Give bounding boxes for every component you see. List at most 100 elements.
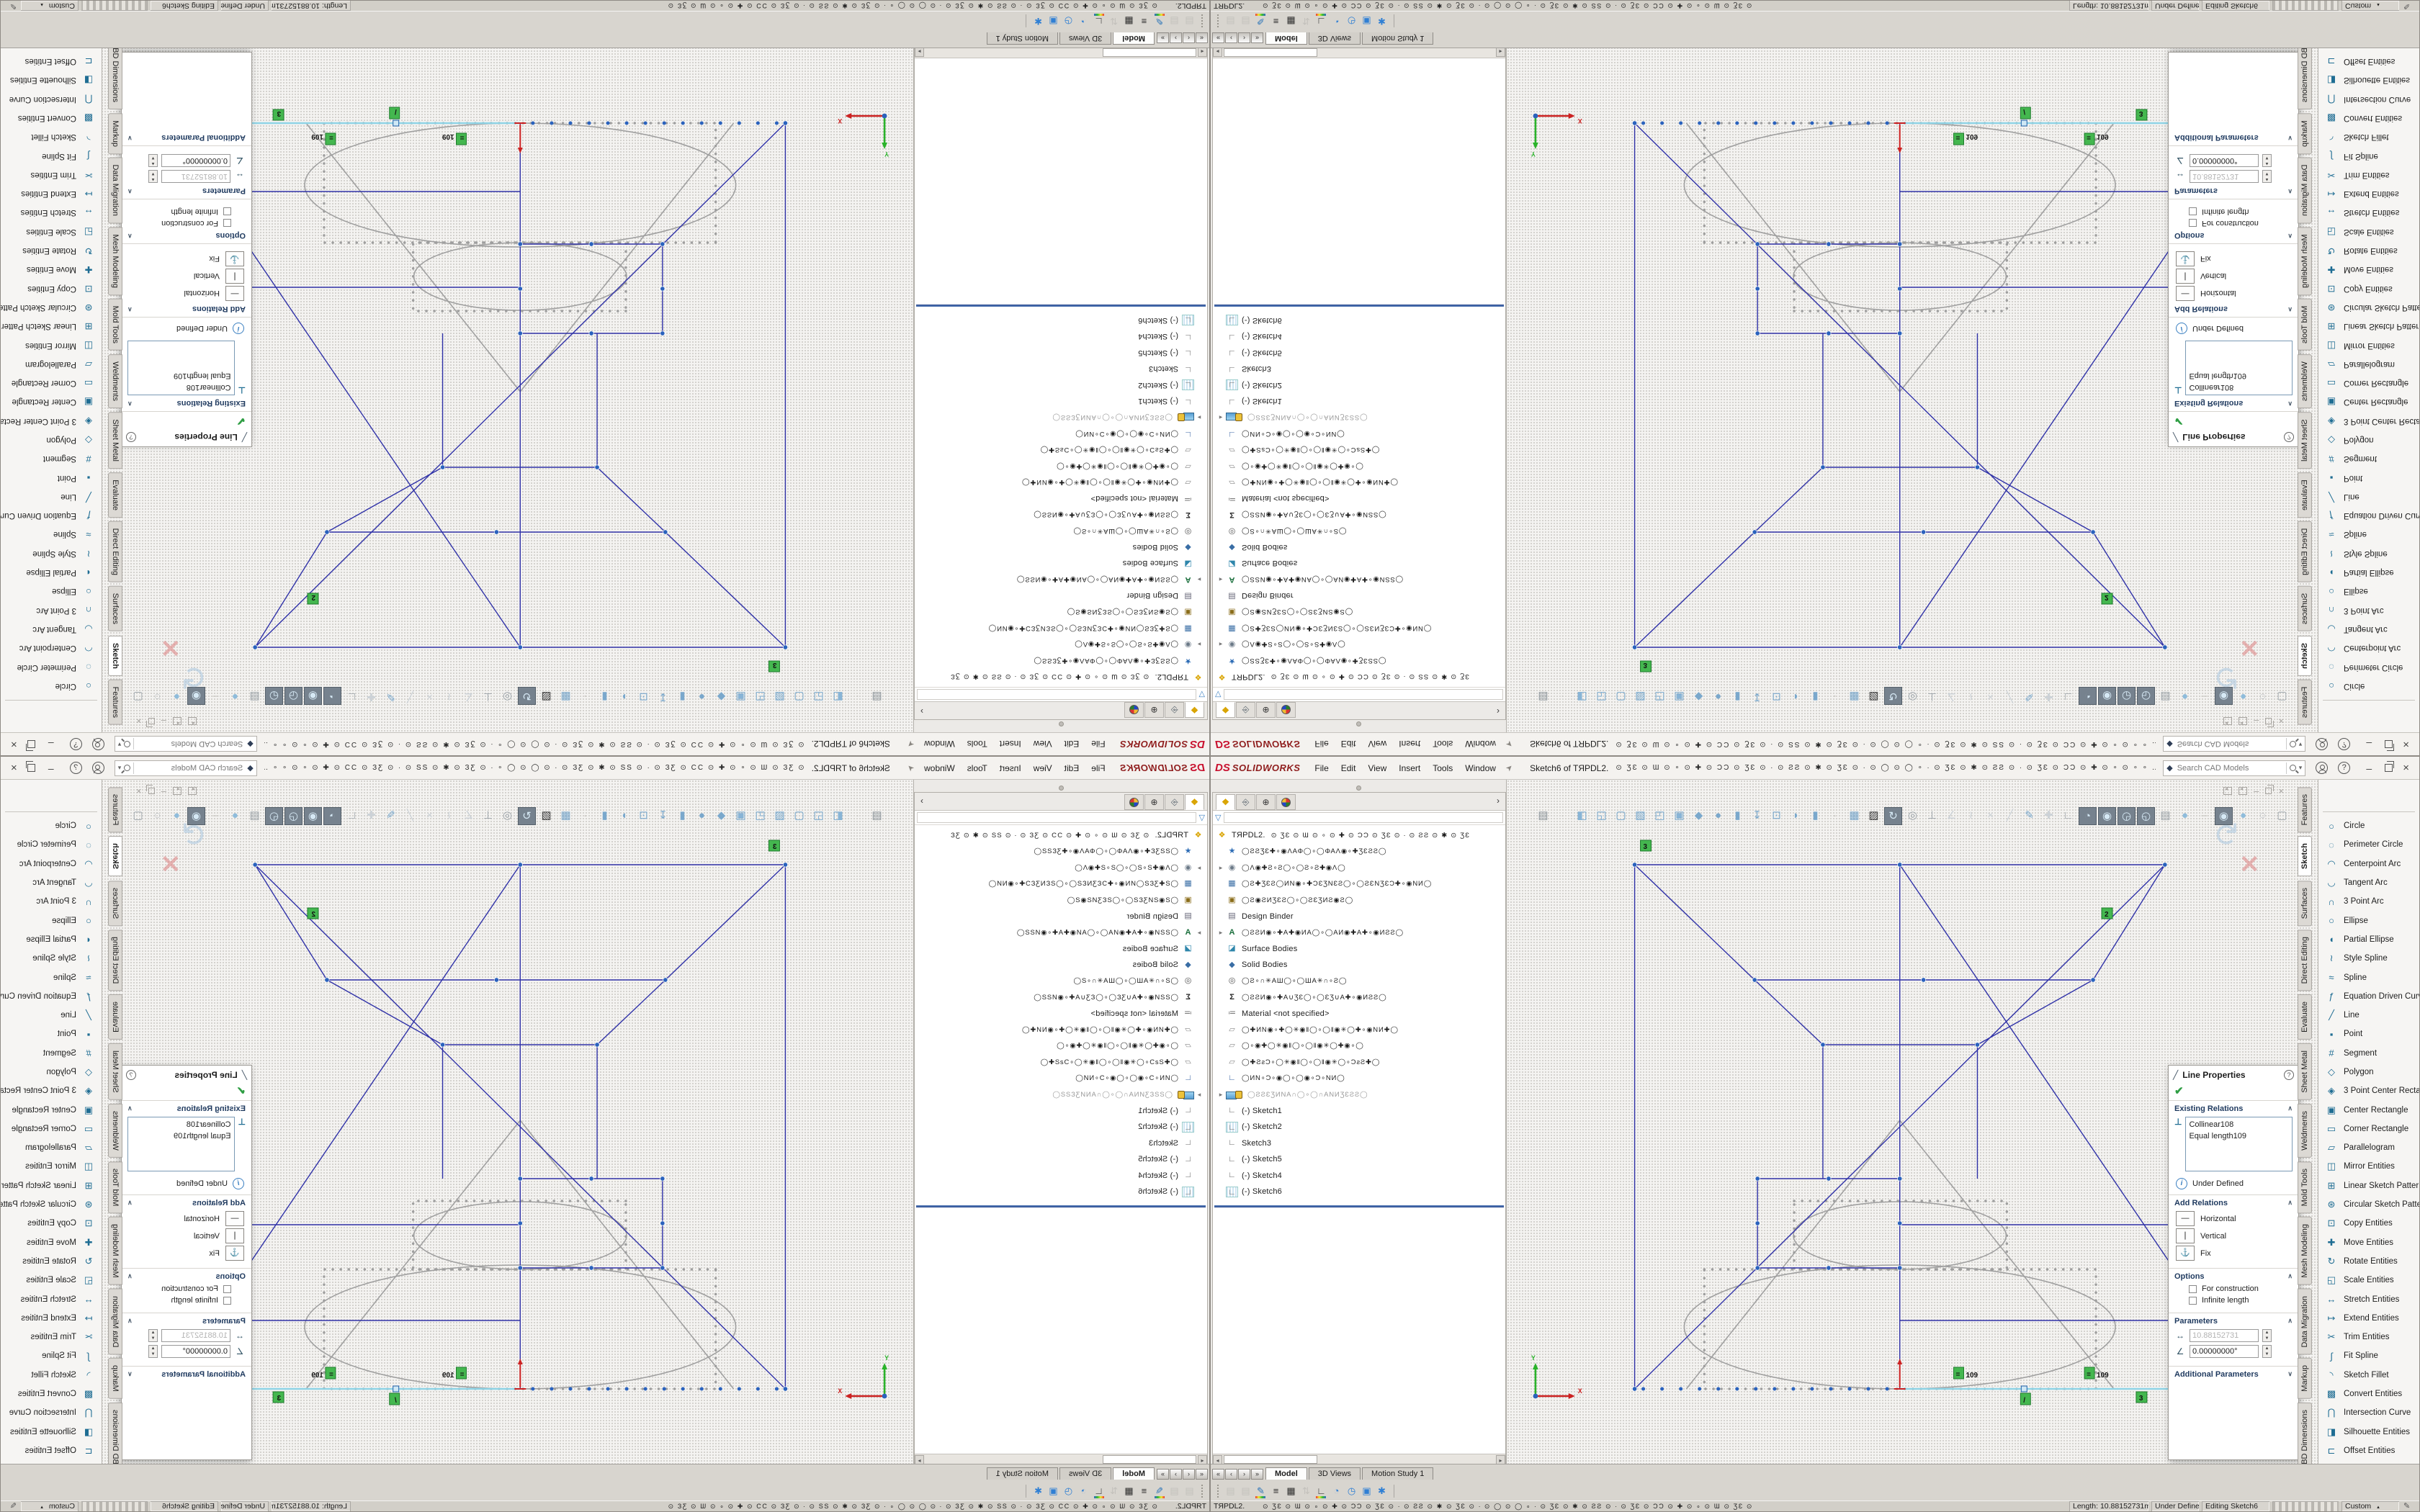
tree-root[interactable]: TЯPDL2. ⊙ ƷƐ ⊙ Ɯ ⊙ ∘ ⊙ ✚ ⊙ ƆƆ ⊙ ƷƐ ⊙ ∙ ⊙… [915, 669, 1207, 685]
flyout-arrow[interactable]: › [920, 796, 923, 806]
tree-row[interactable]: ◯∘◉✚◯✳◉‖◯∘◯‖◉✳◯✚◉∘◯ [915, 1038, 1207, 1055]
minimize-button[interactable]: – [2362, 739, 2376, 750]
tree-row[interactable]: (-) Sketch4 [1213, 328, 1505, 345]
vertical-tab[interactable]: Sheet Metal [108, 412, 122, 469]
tab-configurations[interactable]: ⊕ [1144, 702, 1164, 718]
motion-toolbar-icon[interactable]: ≡ [1137, 1484, 1152, 1499]
close-button[interactable]: × [2403, 762, 2409, 774]
collapse-icon[interactable]: ∧ [127, 1104, 133, 1113]
relation-tag-diagonal[interactable]: 2 [308, 593, 318, 604]
relation-button[interactable]: — [2176, 1211, 2195, 1226]
search-box[interactable]: ◆ ▾ [115, 760, 257, 776]
sketch-tool-item[interactable]: ≈ Spline [2318, 968, 2419, 986]
relations-list[interactable]: Collinear108Equal length109 [2185, 341, 2293, 395]
menu-item[interactable]: File [1091, 739, 1105, 750]
sketch-tool-item[interactable]: # Segment [1, 1044, 102, 1063]
tree-row[interactable]: (-) Sketch5 [915, 1151, 1207, 1168]
menu-item[interactable]: Insert [1000, 739, 1021, 750]
tree-root[interactable]: TЯPDL2. ⊙ ƷƐ ⊙ Ɯ ⊙ ∘ ⊙ ✚ ⊙ ƆƆ ⊙ ƷƐ ⊙ ∙ ⊙… [1213, 827, 1505, 844]
sketch-tool-item[interactable]: ◠ Centerpoint Arc [2318, 639, 2419, 657]
more-tools-chevron[interactable]: »» [2318, 48, 2419, 50]
sketch-tool-item[interactable]: ∩ 3 Point Arc [2318, 601, 2419, 620]
motion-toolbar-icon[interactable]: ▣ [1359, 14, 1374, 29]
motion-toolbar-icon[interactable]: ▤ [1167, 1484, 1182, 1499]
motion-toolbar-icon[interactable]: ◷ [1061, 14, 1076, 29]
sketch-tool-item[interactable]: ∫ Fit Spline [1, 146, 102, 165]
help-icon[interactable]: ? [2338, 738, 2350, 750]
graphics-area[interactable]: – × ▤·◧◱▢▧◰▣◆●▮↧⊡◗▮·▦▨↻◎⊥∠≀×╱✎✚∟◔◉◶◵▤●–◉… [1, 780, 914, 1464]
panel-help-icon[interactable]: ? [2284, 432, 2294, 442]
vertical-tab[interactable]: Mesh Modeling [108, 227, 122, 295]
vertical-tab[interactable]: Features [2298, 680, 2312, 725]
sketch-tool-item[interactable]: ◫ Mirror Entities [1, 336, 102, 354]
vertical-tab[interactable]: Weldments [2298, 354, 2312, 408]
filter-input[interactable] [1224, 689, 1503, 700]
tree-row[interactable]: ◯✚ƧƨƆ∘◯✳◉‖◯∘◯‖◉✳◯∘ƆƨƧ✚◯ [915, 442, 1207, 459]
sketch-tool-item[interactable]: ⊛ Circular Sketch Pattern [2318, 1195, 2419, 1214]
sketch-tool-item[interactable]: ↻ Rotate Entities [2318, 1252, 2419, 1271]
tab-display-manager[interactable] [1276, 794, 1296, 810]
vertical-tab[interactable]: Weldments [2298, 1104, 2312, 1158]
status-tool-icon[interactable]: ✎ [10, 1, 17, 11]
sketch-tool-item[interactable]: ⊏ Offset Entities [2318, 1441, 2419, 1460]
search-input[interactable] [137, 763, 244, 773]
menu-item[interactable]: File [1314, 739, 1328, 750]
collapse-icon[interactable]: ∧ [2287, 1317, 2293, 1326]
tab-featuremanager-tree[interactable]: ❖ [1185, 794, 1204, 810]
sketch-tool-item[interactable]: ↔ Stretch Entities [2318, 203, 2419, 222]
tree-row[interactable]: ▸ ◯ƧƧИ◉∘✚Α✚◉ИΑ◯∘◯ΑИ◉✚Α✚∘◉ИƧƧ◯ [1213, 924, 1505, 941]
relation-item[interactable]: Equal length109 [131, 370, 231, 382]
length-spinner[interactable]: ▲▼ [2262, 1329, 2272, 1342]
menu-item[interactable]: Edit [1065, 763, 1080, 773]
sketch-tool-item[interactable]: ▱ Parallelogram [1, 355, 102, 374]
vertical-tab[interactable]: Direct Editing [108, 930, 122, 991]
tree-row[interactable]: (-) Sketch4 [915, 328, 1207, 345]
toolbar-drag-handle[interactable] [1217, 14, 1219, 27]
sketch-tool-item[interactable]: ◡ Tangent Arc [2318, 620, 2419, 639]
tab-featuremanager-tree[interactable]: ❖ [1216, 702, 1235, 718]
motion-toolbar-icon[interactable]: ✎ [1253, 14, 1268, 29]
vertical-tab[interactable]: Weldments [108, 1104, 122, 1158]
tree-row[interactable]: ▸ ◯ƧƧИ◉∘✚Α✚◉ИΑ◯∘◯ΑИ◉✚Α✚∘◉ИƧƧ◯ [915, 924, 1207, 941]
menu-item[interactable]: View [1034, 739, 1052, 750]
tab-scroll-button[interactable]: ‹ [1183, 1469, 1195, 1480]
sketch-tool-item[interactable]: ⊡ Copy Entities [2318, 279, 2419, 297]
length-input[interactable]: 10.88152731 [2190, 1329, 2259, 1342]
tree-row[interactable]: ◯∘◉✚◯✳◉‖◯∘◯‖◉✳◯✚◉∘◯ [1213, 1038, 1505, 1055]
collapse-icon[interactable]: ∧ [2287, 399, 2293, 408]
search-dropdown-arrow[interactable]: ▾ [118, 740, 122, 748]
tree-row[interactable]: ◯Ƨ◉ƧИƷƐƧ◯∘◯ƧƐƷИƧ◉Ƨ◯ [1213, 604, 1505, 621]
sketch-tool-item[interactable]: ▩ Convert Entities [2318, 1385, 2419, 1403]
checkbox[interactable] [223, 208, 231, 216]
collapse-icon[interactable]: ∧ [127, 186, 133, 195]
checkbox[interactable] [2189, 1297, 2197, 1305]
document-tab[interactable]: Model [1265, 32, 1307, 45]
relation-item[interactable]: Collinear108 [2189, 382, 2289, 393]
splitter-handle[interactable] [1356, 786, 1361, 791]
sketch-tool-item[interactable]: ○ Circle [2318, 677, 2419, 696]
scroll-left-arrow[interactable]: ◂ [1198, 48, 1207, 58]
splitter-handle[interactable] [1059, 721, 1064, 726]
motion-toolbar-icon[interactable]: ▣ [1359, 1484, 1374, 1499]
panel-help-icon[interactable]: ? [2284, 1070, 2294, 1080]
sketch-tool-item[interactable]: ∫ Fit Spline [2318, 1346, 2419, 1365]
tree-row[interactable]: ▸ ◯Λ◉✚Ƨ∘Ƨ◯∘◯Ƨ∘Ƨ✚◉Λ◯ [1213, 636, 1505, 653]
sketch-tool-item[interactable]: ≈ Spline [1, 525, 102, 544]
sketch-tool-item[interactable]: # Segment [1, 449, 102, 468]
relation-tag-equal-2[interactable]: = 109 [311, 132, 336, 145]
sketch-tool-item[interactable]: ╱ Line [2318, 1006, 2419, 1025]
sketch-tool-item[interactable]: ✂ Trim Entities [1, 166, 102, 184]
expand-arrow-icon[interactable]: ▸ [1194, 864, 1204, 872]
menu-item[interactable]: Insert [1399, 739, 1420, 750]
tree-row[interactable]: ◯ƧƧИ◉∘✚Α∪ƷƐ◯∘◯ƐƷ∪Α✚∘◉ИƧƧ◯ [1213, 989, 1505, 1006]
ok-button[interactable]: ✔ [122, 1084, 251, 1100]
tree-row[interactable]: ◯Ƨ◉ƧИƷƐƧ◯∘◯ƧƐƷИƧ◉Ƨ◯ [915, 892, 1207, 909]
filter-icon[interactable]: ▽ [1199, 813, 1205, 822]
rollback-bar[interactable] [1214, 1205, 1504, 1207]
relations-list[interactable]: Collinear108Equal length109 [127, 341, 235, 395]
search-box[interactable]: ◆ ▾ [2163, 737, 2305, 752]
scroll-right-arrow[interactable]: ▸ [915, 48, 924, 58]
tree-row[interactable]: ◯Ƨ∘∩✳ΑШ◯∘◯ШΑ✳∩∘Ƨ◯ [915, 973, 1207, 990]
motion-toolbar-icon[interactable]: ≡ [1268, 1484, 1283, 1499]
tree-row[interactable]: Material <not specified> [915, 1006, 1207, 1022]
